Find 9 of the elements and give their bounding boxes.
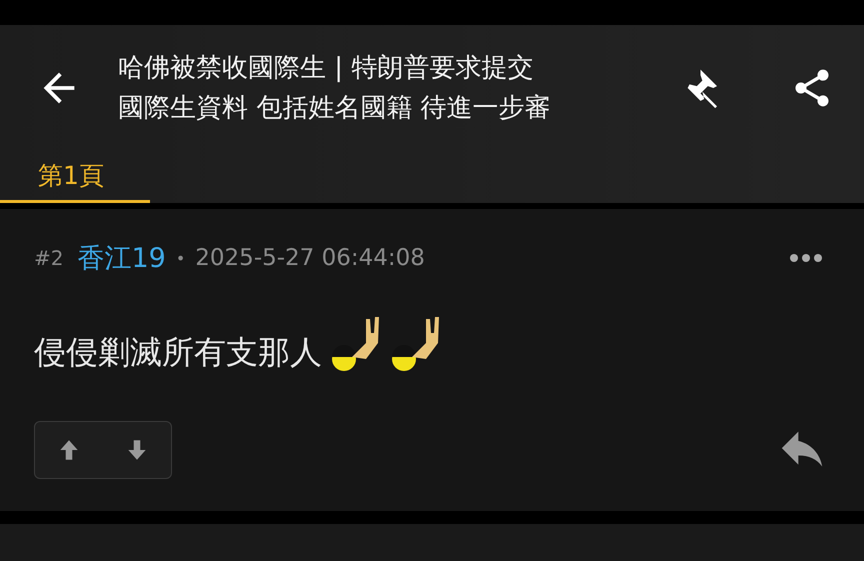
floor-number: #2 xyxy=(34,246,64,270)
thread-title-line: 國際生資料 包括姓名國籍 待進一步審 xyxy=(118,92,552,124)
author-name[interactable]: 香江19 xyxy=(77,240,166,276)
thread-title-line: 哈佛被禁收國際生 | 特朗普要求提交 xyxy=(118,52,534,84)
separator-dot: • xyxy=(176,248,186,268)
post-body: 侵侵剿滅所有支那人 xyxy=(34,332,322,373)
reply-icon[interactable] xyxy=(780,431,824,469)
more-icon[interactable] xyxy=(788,252,824,264)
post-time: 2025-5-27 06:44:08 xyxy=(195,245,425,271)
